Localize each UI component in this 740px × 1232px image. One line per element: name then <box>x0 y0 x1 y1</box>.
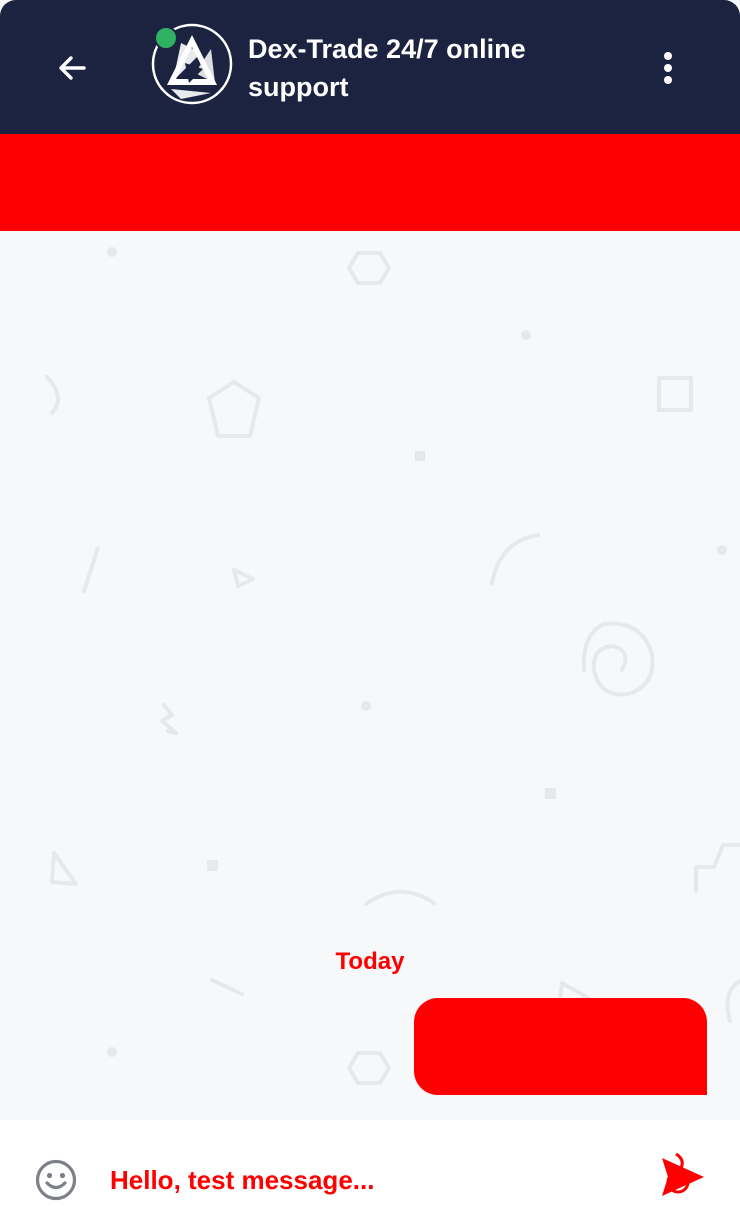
redacted-banner <box>0 134 740 231</box>
back-button[interactable] <box>44 40 100 96</box>
background-pattern <box>45 247 740 1085</box>
message-composer <box>0 1120 740 1232</box>
chat-title: Dex-Trade 24/7 online support <box>248 34 526 102</box>
more-options-button[interactable] <box>648 44 688 92</box>
more-vertical-icon <box>664 52 672 84</box>
arrow-left-icon <box>59 56 86 80</box>
message-list[interactable]: Today <box>0 231 740 1120</box>
online-status-indicator <box>154 26 178 50</box>
message-input[interactable] <box>110 1156 630 1204</box>
smile-icon <box>35 1159 77 1201</box>
date-separator: Today <box>335 948 405 975</box>
send-icon <box>662 1152 704 1196</box>
chat-window: Dex-Trade 24/7 online support Today Hell… <box>0 0 740 1232</box>
outgoing-message-bubble[interactable] <box>414 998 707 1095</box>
send-button[interactable] <box>656 1150 710 1204</box>
chat-header: Dex-Trade 24/7 online support <box>0 0 740 134</box>
emoji-button[interactable] <box>34 1158 78 1202</box>
